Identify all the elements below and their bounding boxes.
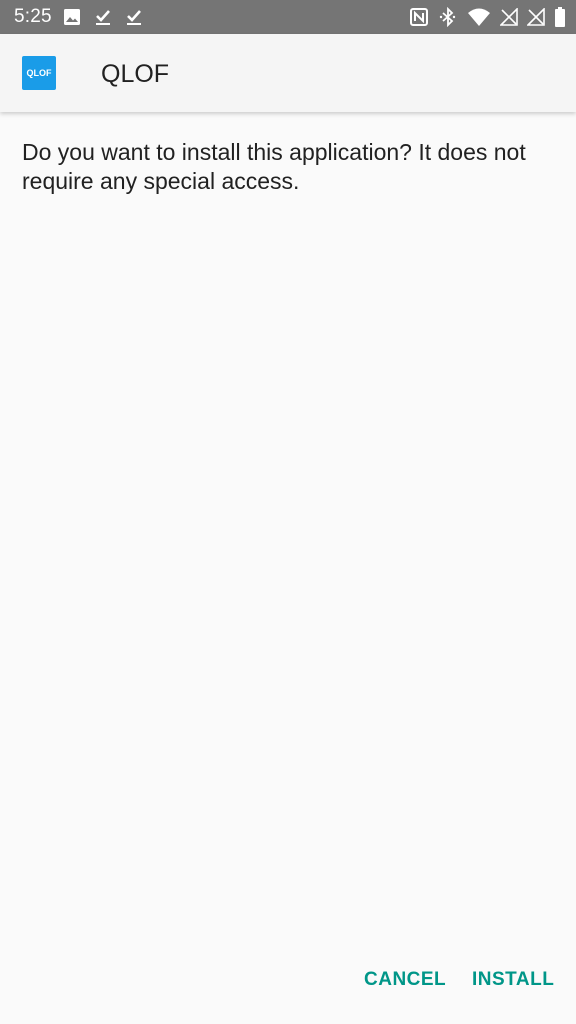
notification-icons <box>63 6 143 28</box>
install-message: Do you want to install this application?… <box>22 139 526 194</box>
bluetooth-icon <box>439 7 456 27</box>
wifi-icon <box>468 8 490 26</box>
install-button[interactable]: INSTALL <box>472 963 554 997</box>
system-icons <box>409 5 566 29</box>
app-icon: QLOF <box>22 56 56 90</box>
signal-no-sim-icon <box>500 8 518 26</box>
download-done-icon <box>127 10 141 25</box>
image-icon <box>64 9 80 25</box>
battery-icon <box>555 7 565 27</box>
app-title: QLOF <box>101 60 170 88</box>
app-icon-text: QLOF <box>26 68 52 78</box>
nfc-icon <box>410 8 428 26</box>
cancel-button[interactable]: CANCEL <box>364 963 446 997</box>
status-time: 5:25 <box>14 6 52 27</box>
download-done-icon <box>96 10 110 25</box>
app-header: QLOF QLOF <box>0 34 576 112</box>
status-bar: 5:25 <box>0 0 576 34</box>
signal-no-sim-icon <box>527 8 545 26</box>
